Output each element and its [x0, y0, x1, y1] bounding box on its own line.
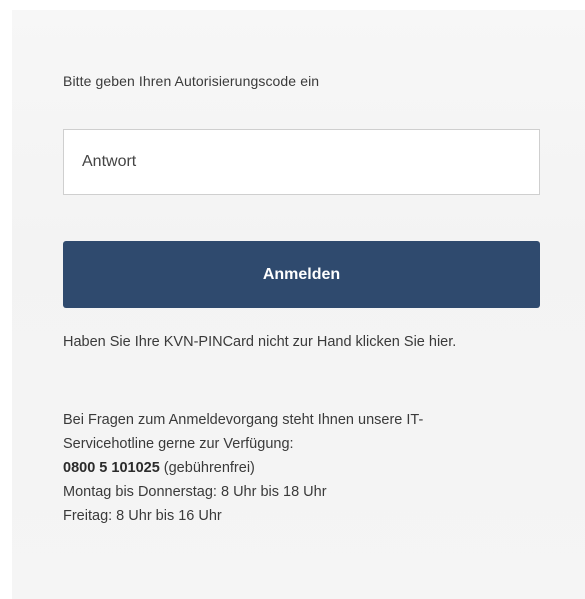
auth-code-prompt: Bitte geben Ihren Autorisierungscode ein — [63, 73, 320, 89]
pincard-link[interactable]: hier. — [429, 334, 456, 350]
login-button[interactable]: Anmelden — [63, 241, 540, 308]
hotline-line: 0800 5 101025 (gebührenfrei) — [63, 456, 543, 480]
pincard-hint: Haben Sie Ihre KVN-PINCard nicht zur Han… — [63, 330, 543, 354]
hours-friday: Freitag: 8 Uhr bis 16 Uhr — [63, 508, 222, 524]
help-block: Bei Fragen zum Anmeldevorgang steht Ihne… — [63, 408, 543, 528]
hours-weekdays: Montag bis Donnerstag: 8 Uhr bis 18 Uhr — [63, 484, 327, 500]
hotline-note: (gebührenfrei) — [159, 460, 255, 476]
auth-code-input[interactable] — [63, 129, 540, 195]
hotline-number: 0800 5 101025 — [63, 460, 160, 476]
help-line-2: Servicehotline gerne zur Verfügung: — [63, 436, 294, 452]
help-line-1: Bei Fragen zum Anmeldevorgang steht Ihne… — [63, 412, 424, 428]
pincard-hint-text: Haben Sie Ihre KVN-PINCard nicht zur Han… — [63, 334, 425, 350]
